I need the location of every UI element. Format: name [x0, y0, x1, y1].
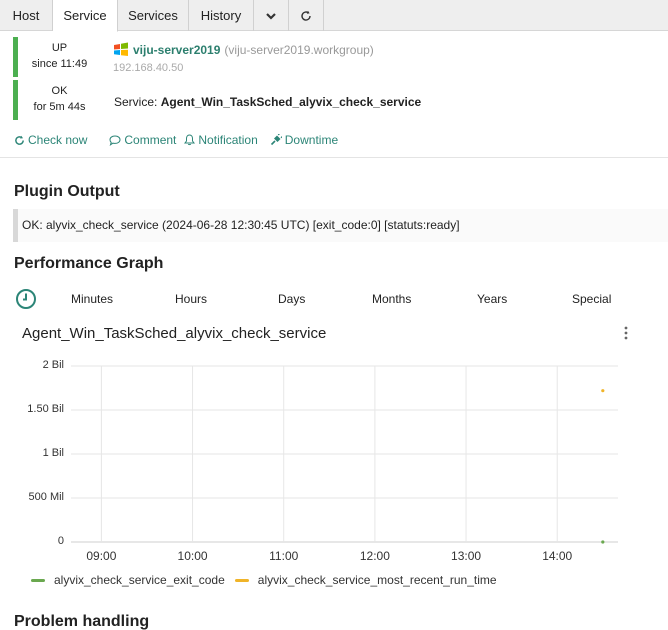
performance-graph-heading: Performance Graph [14, 255, 164, 272]
range-special[interactable]: Special [572, 292, 611, 306]
plugin-output-heading: Plugin Output [14, 183, 120, 200]
check-now-label: Check now [28, 133, 88, 147]
service-name: Agent_Win_TaskSched_alyvix_check_service [160, 95, 422, 109]
chart-menu-icon[interactable] [622, 325, 630, 341]
y-tick-label: 500 Mil [28, 491, 64, 503]
legend-label: alyvix_check_service_most_recent_run_tim… [257, 573, 497, 587]
x-tick-label: 14:00 [542, 549, 573, 563]
range-hours[interactable]: Hours [175, 292, 207, 306]
windows-logo-icon [114, 42, 128, 56]
problem-handling-heading: Problem handling [14, 613, 150, 630]
service-info: Service: Agent_Win_TaskSched_alyvix_chec… [114, 95, 421, 109]
host-state-since: since 11:49 [31, 58, 88, 70]
comment-button[interactable]: Comment [109, 133, 176, 147]
chart-title: Agent_Win_TaskSched_alyvix_check_service [22, 325, 327, 342]
y-tick-label: 1.50 Bil [27, 403, 64, 415]
data-point [601, 389, 605, 393]
downtime-label: Downtime [284, 133, 339, 147]
service-state-badge: OK for 5m 44s [13, 80, 101, 120]
range-days[interactable]: Days [278, 292, 305, 306]
clock-icon[interactable] [15, 288, 37, 310]
tab-history[interactable]: History [189, 0, 254, 31]
legend-label: alyvix_check_service_exit_code [54, 573, 225, 587]
y-tick-label: 2 Bil [42, 359, 64, 371]
notification-button[interactable]: Notification [184, 133, 258, 147]
range-months[interactable]: Months [372, 292, 411, 306]
host-state-badge: UP since 11:49 [13, 37, 101, 77]
plug-icon [270, 134, 282, 146]
refresh-button[interactable] [289, 0, 324, 31]
divider [0, 157, 668, 158]
y-tick-label: 1 Bil [42, 447, 64, 459]
range-years[interactable]: Years [477, 292, 507, 306]
bell-icon [184, 134, 196, 146]
comment-icon [109, 134, 121, 146]
y-tick-label: 0 [57, 535, 64, 547]
x-tick-label: 11:00 [269, 549, 299, 563]
service-label: Service: [114, 95, 158, 109]
x-tick-label: 12:00 [359, 549, 390, 563]
more-tabs-button[interactable] [254, 0, 289, 31]
tab-service[interactable]: Service [53, 0, 118, 32]
chevron-down-icon [266, 12, 276, 20]
notification-label: Notification [198, 133, 258, 147]
host-state: UP [51, 42, 68, 54]
legend-swatch [234, 578, 249, 582]
tab-bar: Host Service Services History [0, 0, 668, 32]
range-minutes[interactable]: Minutes [71, 292, 113, 306]
check-now-button[interactable]: Check now [14, 133, 87, 147]
comment-label: Comment [124, 133, 177, 147]
refresh-icon [15, 135, 24, 145]
host-fqdn: (viju-server2019.workgroup) [224, 42, 374, 57]
x-tick-label: 10:00 [177, 549, 208, 563]
legend-item-recent-run-time[interactable]: alyvix_check_service_most_recent_run_tim… [234, 573, 497, 587]
host-name-link[interactable]: viju-server2019 [133, 43, 220, 57]
legend-item-exit-code[interactable]: alyvix_check_service_exit_code [31, 573, 225, 587]
action-bar: Check now Comment Notification Downtime [14, 133, 360, 147]
plugin-output-text: OK: alyvix_check_service (2024-06-28 12:… [13, 209, 668, 242]
downtime-button[interactable]: Downtime [270, 133, 338, 147]
tab-services[interactable]: Services [118, 0, 189, 31]
service-state: OK [51, 85, 68, 97]
x-tick-label: 09:00 [86, 549, 117, 563]
service-state-duration: for 5m 44s [33, 101, 86, 113]
data-point [601, 540, 605, 544]
refresh-icon [301, 10, 311, 21]
x-tick-label: 13:00 [451, 549, 482, 563]
legend-swatch [31, 578, 45, 582]
host-ip: 192.168.40.50 [113, 62, 184, 74]
tab-host[interactable]: Host [0, 0, 53, 31]
host-info: viju-server2019 (viju-server2019.workgro… [113, 42, 374, 57]
chart-legend: alyvix_check_service_exit_code alyvix_ch… [31, 573, 507, 587]
